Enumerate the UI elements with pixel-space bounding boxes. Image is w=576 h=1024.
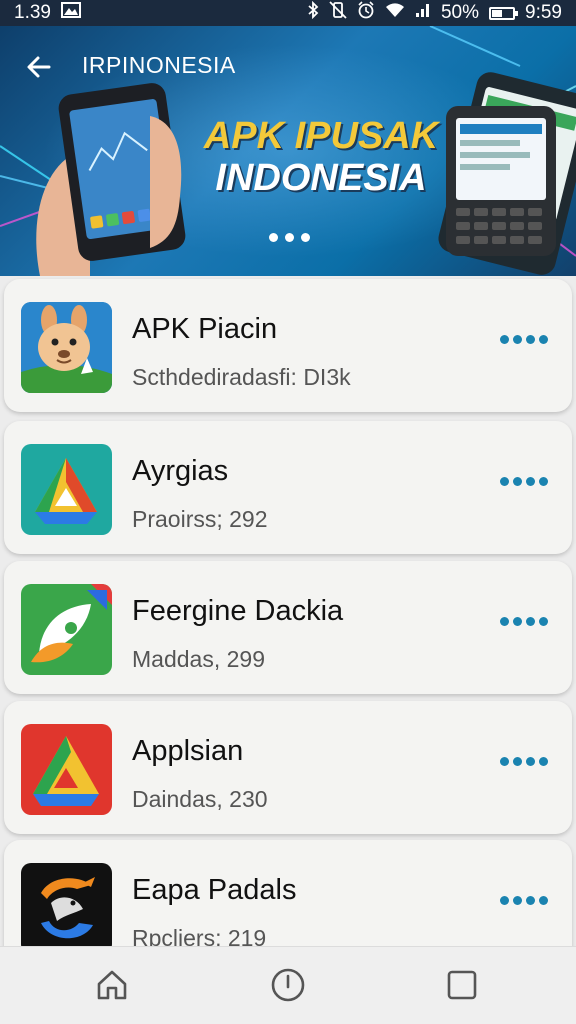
power-button[interactable] bbox=[268, 965, 308, 1005]
back-arrow-icon bbox=[27, 56, 51, 78]
banner-headline-line2: INDONESIA bbox=[215, 156, 427, 199]
recents-button[interactable] bbox=[442, 965, 482, 1005]
list-item[interactable]: Applsian Daindas, 230 bbox=[4, 701, 572, 834]
more-dot bbox=[513, 895, 522, 905]
status-time-right: 9:59 bbox=[525, 2, 562, 23]
more-dot bbox=[526, 895, 535, 905]
green-leaf-app-icon bbox=[21, 584, 112, 675]
app-meta: Praoirss; 292 bbox=[132, 506, 268, 532]
more-dot bbox=[500, 334, 509, 344]
more-dot bbox=[539, 895, 548, 905]
page-dot[interactable] bbox=[269, 233, 278, 242]
hero-banner: IRPINONESIA APK IPUSAK INDONESIA bbox=[0, 26, 576, 276]
more-options-button[interactable] bbox=[500, 888, 548, 912]
gallery-notification-icon bbox=[60, 2, 81, 24]
app-meta: Rpcliers; 219 bbox=[132, 925, 267, 946]
signal-icon bbox=[415, 2, 431, 24]
status-right: 50% 9:59 bbox=[307, 0, 562, 25]
page-dot[interactable] bbox=[285, 233, 294, 242]
more-options-button[interactable] bbox=[500, 327, 548, 351]
status-time-left: 1.39 bbox=[14, 2, 51, 23]
vibrate-off-icon bbox=[329, 1, 347, 25]
app-meta: Daindas, 230 bbox=[132, 786, 268, 812]
more-options-button[interactable] bbox=[500, 469, 548, 493]
status-left: 1.39 bbox=[14, 2, 81, 24]
more-dot bbox=[539, 616, 548, 626]
home-button[interactable] bbox=[92, 965, 132, 1005]
more-options-button[interactable] bbox=[500, 749, 548, 773]
more-dot bbox=[526, 334, 535, 344]
phones-right-illustration bbox=[438, 72, 576, 275]
banner-headline: APK IPUSAK INDONESIA bbox=[196, 115, 446, 200]
more-dot bbox=[526, 616, 535, 626]
more-dot bbox=[526, 476, 535, 486]
more-dot bbox=[513, 756, 522, 766]
banner-page-indicator[interactable] bbox=[269, 233, 310, 242]
app-bar-title: IRPINONESIA bbox=[82, 52, 236, 78]
hand-phone-illustration bbox=[36, 83, 186, 276]
more-dot bbox=[500, 895, 509, 905]
more-dot bbox=[526, 756, 535, 766]
app-list: APK Piacin Scthdediradasfi: DI3k Ayrgias… bbox=[0, 276, 576, 946]
more-dot bbox=[539, 476, 548, 486]
app-name: Applsian bbox=[132, 735, 244, 767]
back-button[interactable] bbox=[22, 50, 56, 84]
banner-headline-line1: APK IPUSAK bbox=[203, 115, 439, 157]
dolphin-swirl-icon bbox=[21, 863, 112, 946]
app-meta: Maddas, 299 bbox=[132, 646, 265, 672]
more-dot bbox=[539, 334, 548, 344]
more-options-button[interactable] bbox=[500, 609, 548, 633]
recents-square-icon bbox=[447, 970, 477, 1000]
battery-fill bbox=[492, 9, 503, 17]
system-navigation-bar bbox=[0, 946, 576, 1024]
list-item[interactable]: Ayrgias Praoirss; 292 bbox=[4, 421, 572, 554]
app-name: Eapa Padals bbox=[132, 874, 297, 906]
drive-triangle-teal-icon bbox=[21, 444, 112, 535]
wifi-icon bbox=[385, 2, 405, 24]
more-dot bbox=[500, 616, 509, 626]
page-dot[interactable] bbox=[301, 233, 310, 242]
alarm-icon bbox=[357, 1, 375, 25]
status-bar: 1.39 50% 9:59 bbox=[0, 0, 576, 26]
kangaroo-mascot-icon bbox=[21, 302, 112, 393]
more-dot bbox=[513, 476, 522, 486]
drive-triangle-red-icon bbox=[21, 724, 112, 815]
more-dot bbox=[539, 756, 548, 766]
battery-icon bbox=[489, 6, 519, 20]
power-icon bbox=[271, 968, 305, 1002]
app-meta: Scthdediradasfi: DI3k bbox=[132, 364, 351, 390]
list-item[interactable]: Eapa Padals Rpcliers; 219 bbox=[4, 840, 572, 946]
home-icon bbox=[97, 970, 127, 1000]
list-item[interactable]: APK Piacin Scthdediradasfi: DI3k bbox=[4, 279, 572, 412]
more-dot bbox=[513, 334, 522, 344]
app-name: Ayrgias bbox=[132, 455, 229, 487]
more-dot bbox=[513, 616, 522, 626]
more-dot bbox=[500, 756, 509, 766]
list-item[interactable]: Feergine Dackia Maddas, 299 bbox=[4, 561, 572, 694]
bluetooth-icon bbox=[307, 0, 319, 25]
app-name: Feergine Dackia bbox=[132, 595, 344, 627]
battery-percent: 50% bbox=[440, 2, 480, 23]
app-name: APK Piacin bbox=[132, 313, 278, 345]
more-dot bbox=[500, 476, 509, 486]
